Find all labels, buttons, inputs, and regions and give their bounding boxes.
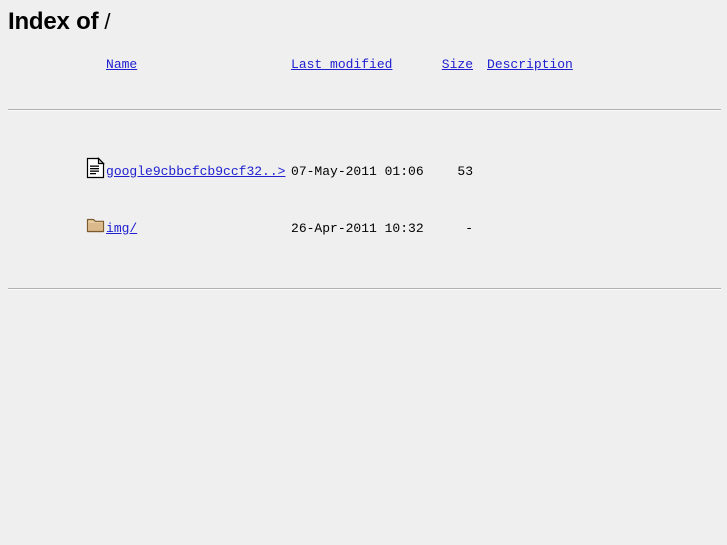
table-bottom-rule-row bbox=[8, 257, 721, 322]
page-title: Index of / bbox=[8, 8, 719, 36]
row-description-cell bbox=[487, 143, 721, 200]
text-file-icon bbox=[86, 157, 106, 179]
horizontal-rule-bottom bbox=[8, 288, 721, 290]
row-description-cell bbox=[487, 200, 721, 257]
header-cell-last-modified: Last modified bbox=[291, 54, 430, 78]
table-row: img/ 26-Apr-2011 10:32 - bbox=[8, 200, 721, 257]
row-last-modified-cell: 26-Apr-2011 10:32 bbox=[291, 220, 424, 236]
table-top-rule-row bbox=[8, 78, 721, 143]
row-icon-cell bbox=[8, 143, 106, 200]
table-row: google9cbbcfcb9ccf32..> 07-May-2011 01:0… bbox=[8, 143, 721, 200]
row-icon-cell bbox=[8, 200, 106, 257]
directory-listing-table: Name Last modified Size Description goog… bbox=[8, 54, 721, 322]
table-top-rule-cell bbox=[8, 78, 721, 143]
row-size-cell: 53 bbox=[457, 163, 474, 179]
folder-icon bbox=[86, 214, 106, 236]
row-size-cell: - bbox=[465, 220, 474, 236]
sort-by-description-link[interactable]: Description bbox=[487, 57, 573, 72]
page-title-prefix: Index of bbox=[8, 8, 99, 35]
horizontal-rule-top bbox=[8, 109, 721, 111]
header-cell-size: Size bbox=[430, 54, 487, 78]
sort-by-size-link[interactable]: Size bbox=[442, 57, 473, 72]
header-cell-icon bbox=[8, 54, 106, 78]
sort-by-name-link[interactable]: Name bbox=[106, 57, 137, 72]
header-cell-description: Description bbox=[487, 54, 721, 78]
table-bottom-rule-cell bbox=[8, 257, 721, 322]
sort-by-last-modified-link[interactable]: Last modified bbox=[291, 57, 392, 72]
header-cell-name: Name bbox=[106, 54, 291, 78]
directory-index-page: Index of / Name Last modified Size Descr… bbox=[0, 0, 727, 322]
row-last-modified-cell: 07-May-2011 01:06 bbox=[291, 163, 424, 179]
table-header-row: Name Last modified Size Description bbox=[8, 54, 721, 78]
page-title-directory-path: / bbox=[104, 9, 111, 34]
